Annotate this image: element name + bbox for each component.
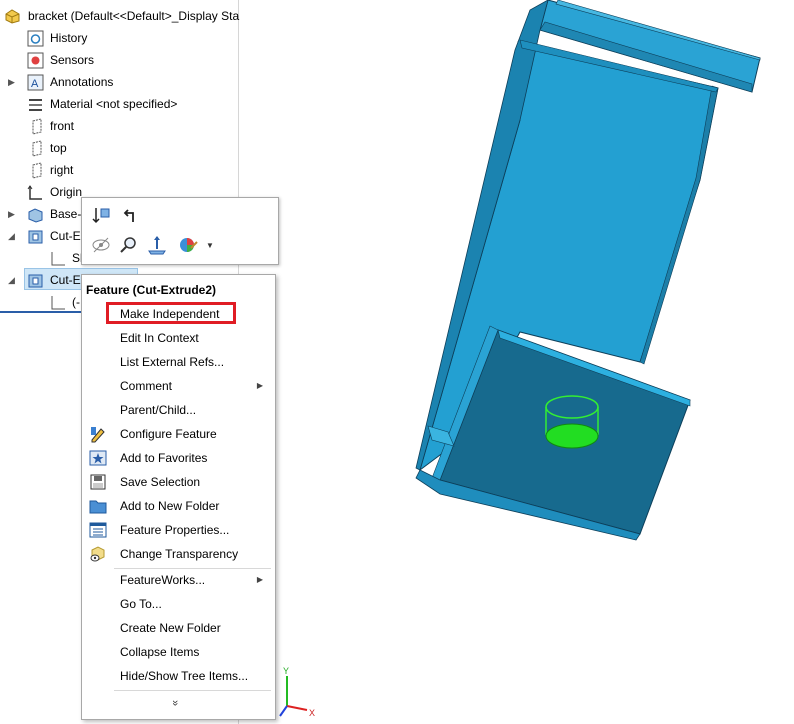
tree-item-label: (- bbox=[72, 295, 80, 309]
tree-item-label: Origin bbox=[50, 185, 83, 199]
tree-item-label: Base-I bbox=[50, 207, 85, 221]
triad-x-label: X bbox=[309, 708, 315, 718]
menu-item-create-new-folder[interactable]: Create New Folder bbox=[120, 617, 221, 639]
origin-icon bbox=[27, 184, 44, 201]
edit-sketch-icon[interactable] bbox=[90, 204, 112, 226]
tree-item-label: History bbox=[50, 31, 88, 45]
tree-root-label: bracket (Default<<Default>_Display Sta bbox=[28, 9, 240, 23]
rollback-icon[interactable] bbox=[118, 204, 140, 226]
folder-icon bbox=[89, 497, 107, 515]
cut-extrude-icon bbox=[27, 272, 44, 289]
menu-item-comment[interactable]: Comment bbox=[120, 375, 172, 397]
add-to-favorites-icon bbox=[89, 449, 107, 467]
expand-menu-icon[interactable]: » bbox=[169, 700, 181, 706]
menu-separator bbox=[114, 690, 271, 691]
zoom-to-selection-icon[interactable] bbox=[118, 234, 140, 256]
plane-icon bbox=[30, 140, 47, 157]
submenu-arrow-icon: ▶ bbox=[256, 381, 263, 390]
appearance-icon[interactable] bbox=[178, 234, 200, 256]
coordinate-triad: Y X bbox=[279, 666, 315, 718]
history-icon bbox=[27, 30, 44, 47]
change-transparency-icon bbox=[89, 545, 107, 563]
appearance-dropdown-icon[interactable]: ▼ bbox=[206, 241, 214, 250]
feature-properties-icon bbox=[89, 521, 107, 539]
menu-item-feature-properties[interactable]: Feature Properties... bbox=[120, 519, 229, 541]
part-icon bbox=[4, 6, 21, 24]
menu-item-go-to[interactable]: Go To... bbox=[120, 593, 162, 615]
plane-icon bbox=[30, 162, 47, 179]
menu-item-hide-show-tree-items[interactable]: Hide/Show Tree Items... bbox=[120, 665, 248, 687]
menu-item-list-external-refs[interactable]: List External Refs... bbox=[120, 351, 224, 373]
menu-title: Feature (Cut-Extrude2) bbox=[86, 283, 217, 297]
menu-item-collapse-items[interactable]: Collapse Items bbox=[120, 641, 199, 663]
plane-icon bbox=[30, 118, 47, 135]
submenu-arrow-icon: ▶ bbox=[256, 575, 263, 584]
menu-item-add-to-new-folder[interactable]: Add to New Folder bbox=[120, 495, 219, 517]
tree-item-label: right bbox=[50, 163, 74, 177]
tree-item-label: top bbox=[50, 141, 67, 155]
model-viewport[interactable]: Y X bbox=[238, 0, 794, 724]
tree-item-material[interactable]: Material <not specified> bbox=[0, 93, 238, 115]
menu-item-edit-in-context[interactable]: Edit In Context bbox=[120, 327, 199, 349]
menu-item-change-transparency[interactable]: Change Transparency bbox=[120, 543, 238, 565]
sketch-icon bbox=[50, 294, 67, 311]
sensors-icon bbox=[27, 52, 44, 69]
material-icon bbox=[27, 96, 44, 113]
cut-extrude-icon bbox=[27, 228, 44, 245]
context-menu: Feature (Cut-Extrude2) Make Independent … bbox=[81, 274, 276, 720]
menu-item-featureworks[interactable]: FeatureWorks... bbox=[120, 569, 205, 591]
expand-arrow-icon[interactable]: ▶ bbox=[8, 203, 15, 225]
tree-item-history[interactable]: History bbox=[0, 27, 238, 49]
tree-item-front-plane[interactable]: front bbox=[0, 115, 238, 137]
tree-item-label: Annotations bbox=[50, 75, 114, 89]
tree-item-label: Material <not specified> bbox=[50, 97, 178, 111]
sketch-icon bbox=[50, 250, 67, 267]
triad-y-label: Y bbox=[283, 666, 289, 676]
collapse-arrow-icon[interactable]: ◢ bbox=[8, 269, 15, 291]
menu-item-save-selection[interactable]: Save Selection bbox=[120, 471, 200, 493]
menu-item-add-to-favorites[interactable]: Add to Favorites bbox=[120, 447, 207, 469]
expand-arrow-icon[interactable]: ▶ bbox=[8, 71, 15, 93]
tree-item-right-plane[interactable]: right bbox=[0, 159, 238, 181]
menu-item-make-independent[interactable]: Make Independent bbox=[120, 303, 219, 325]
menu-item-parent-child[interactable]: Parent/Child... bbox=[120, 399, 196, 421]
annotations-icon: A bbox=[27, 74, 44, 91]
tree-item-sensors[interactable]: Sensors bbox=[0, 49, 238, 71]
svg-text:A: A bbox=[31, 78, 39, 90]
context-toolbar: ▼ bbox=[81, 197, 279, 265]
extrude-icon bbox=[27, 206, 44, 223]
normal-to-icon[interactable] bbox=[146, 234, 168, 256]
tree-item-top-plane[interactable]: top bbox=[0, 137, 238, 159]
tree-item-label: Sensors bbox=[50, 53, 95, 67]
collapse-arrow-icon[interactable]: ◢ bbox=[8, 225, 15, 247]
tree-item-annotations[interactable]: ▶ A Annotations bbox=[0, 71, 238, 93]
configure-feature-icon bbox=[89, 425, 107, 443]
tree-item-label: front bbox=[50, 119, 75, 133]
save-selection-icon bbox=[89, 473, 107, 491]
menu-item-configure-feature[interactable]: Configure Feature bbox=[120, 423, 217, 445]
hide-icon[interactable] bbox=[90, 234, 112, 256]
